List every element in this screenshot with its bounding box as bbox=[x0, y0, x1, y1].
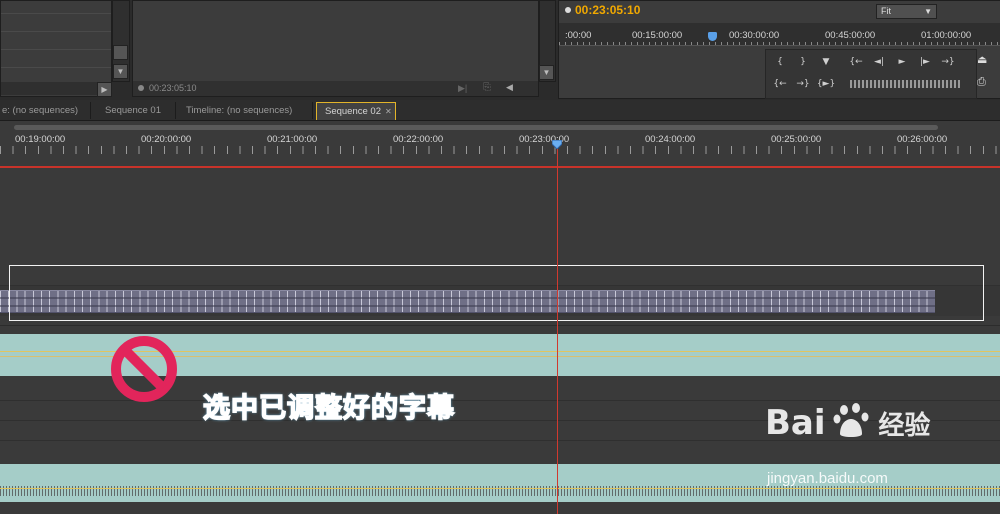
program-timecode[interactable]: 00:23:05:10 bbox=[575, 3, 640, 17]
mark-out-button[interactable]: } bbox=[793, 55, 813, 69]
playhead-line[interactable] bbox=[557, 140, 558, 514]
ruler-label: 00:22:00:00 bbox=[393, 134, 444, 145]
prohibited-icon bbox=[111, 336, 177, 402]
step-forward-button[interactable]: |► bbox=[915, 55, 935, 69]
project-hscroll[interactable] bbox=[1, 82, 111, 95]
ruler-label: 00:26:00:00 bbox=[897, 134, 948, 145]
record-dot-icon bbox=[138, 85, 144, 91]
scroll-right-button[interactable]: ▶ bbox=[97, 82, 112, 97]
ruler-label: 00:24:00:00 bbox=[645, 134, 696, 145]
ruler-label: 00:20:00:00 bbox=[141, 134, 192, 145]
source-scroll-left-button[interactable]: ◀ bbox=[506, 82, 513, 93]
program-monitor: 00:23:05:10 Fit ▼ :00:00 00:15:00:00 00:… bbox=[558, 0, 1000, 99]
chevron-down-icon: ▼ bbox=[924, 7, 932, 16]
zoom-select-value: Fit bbox=[881, 6, 891, 16]
transport-controls: { } ▼ {← ◄| ► |► →} {← →} {►} bbox=[765, 49, 977, 99]
project-panel: ▶ bbox=[0, 0, 112, 97]
ruler-ticks bbox=[0, 146, 1000, 154]
play-button[interactable]: ► bbox=[892, 55, 912, 69]
source-monitor: 00:23:05:10 ▶| ⎘ ◀ bbox=[132, 0, 539, 97]
jog-shuttle[interactable] bbox=[850, 80, 960, 88]
watermark-brand-suffix: 经验 bbox=[878, 411, 931, 441]
ruler-label: 00:21:00:00 bbox=[267, 134, 318, 145]
program-playhead-icon[interactable] bbox=[708, 32, 717, 41]
scroll-down-button[interactable]: ▼ bbox=[113, 64, 128, 79]
go-to-out-button[interactable]: →} bbox=[938, 55, 958, 69]
export-frame-icon[interactable]: ▶| bbox=[458, 83, 467, 94]
step-back-button[interactable]: ◄| bbox=[869, 55, 889, 69]
program-ruler-label: 00:45:00:00 bbox=[825, 30, 876, 41]
source-timecode: 00:23:05:10 bbox=[149, 83, 197, 93]
play-in-to-out-button[interactable]: {►} bbox=[816, 77, 836, 91]
program-ruler-label: 00:30:00:00 bbox=[729, 30, 780, 41]
ruler-label: 00:19:00:00 bbox=[15, 134, 66, 145]
mark-in-button[interactable]: { bbox=[770, 55, 790, 69]
play-in-to-out-right-button[interactable]: →} bbox=[793, 77, 813, 91]
scroll-square-button[interactable] bbox=[113, 45, 128, 60]
ruler-label: 00:25:00:00 bbox=[771, 134, 822, 145]
lift-icon[interactable]: ⏏ bbox=[977, 53, 987, 66]
program-ruler-label: 00:15:00:00 bbox=[632, 30, 683, 41]
close-icon[interactable]: ✕ bbox=[385, 107, 392, 116]
baidu-watermark: Bai 经验 bbox=[765, 402, 930, 443]
playhead-icon[interactable] bbox=[552, 140, 562, 149]
program-ruler[interactable]: :00:00 00:15:00:00 00:30:00:00 00:45:00:… bbox=[559, 23, 1000, 46]
play-in-to-out-left-button[interactable]: {← bbox=[770, 77, 790, 91]
track-divider bbox=[0, 325, 1000, 326]
program-ruler-label: 01:00:00:00 bbox=[921, 30, 972, 41]
volume-line-3[interactable] bbox=[0, 488, 1000, 489]
source-scroll-down-button[interactable]: ▼ bbox=[539, 65, 554, 80]
work-area-bar[interactable] bbox=[14, 125, 938, 130]
watermark-brand: Bai bbox=[765, 403, 826, 443]
tab-sequence-02[interactable]: Sequence 02 ✕ bbox=[316, 102, 396, 120]
program-ruler-ticks bbox=[559, 42, 1000, 45]
tab-timeline-no-sequences-1[interactable]: e: (no sequences) bbox=[0, 102, 91, 119]
timeline-tab-bar: e: (no sequences) Sequence 01 Timeline: … bbox=[0, 100, 1000, 121]
tab-timeline-no-sequences-2[interactable]: Timeline: (no sequences) bbox=[178, 102, 313, 119]
tab-sequence-02-label: Sequence 02 bbox=[325, 106, 381, 117]
top-panels: ▶ ▼ 00:23:05:10 ▶| ⎘ ◀ ▼ 00:23:05:10 Fit… bbox=[0, 0, 1000, 100]
settings-icon[interactable]: ⎘ bbox=[483, 82, 491, 93]
paw-logo-icon bbox=[833, 403, 869, 437]
tab-sequence-01[interactable]: Sequence 01 bbox=[97, 102, 176, 119]
add-marker-button[interactable]: ▼ bbox=[816, 55, 836, 69]
go-to-in-button[interactable]: {← bbox=[846, 55, 866, 69]
watermark-url: jingyan.baidu.com bbox=[767, 470, 888, 487]
annotation-caption: 选中已调整好的字幕 bbox=[202, 392, 455, 425]
record-dot-icon bbox=[565, 7, 571, 13]
program-ruler-label: :00:00 bbox=[565, 30, 592, 41]
zoom-select[interactable]: Fit ▼ bbox=[876, 4, 937, 19]
extract-icon[interactable]: ⎙ bbox=[977, 76, 986, 89]
source-monitor-footer: 00:23:05:10 ▶| ⎘ ◀ bbox=[133, 81, 538, 96]
selection-box bbox=[9, 265, 984, 321]
